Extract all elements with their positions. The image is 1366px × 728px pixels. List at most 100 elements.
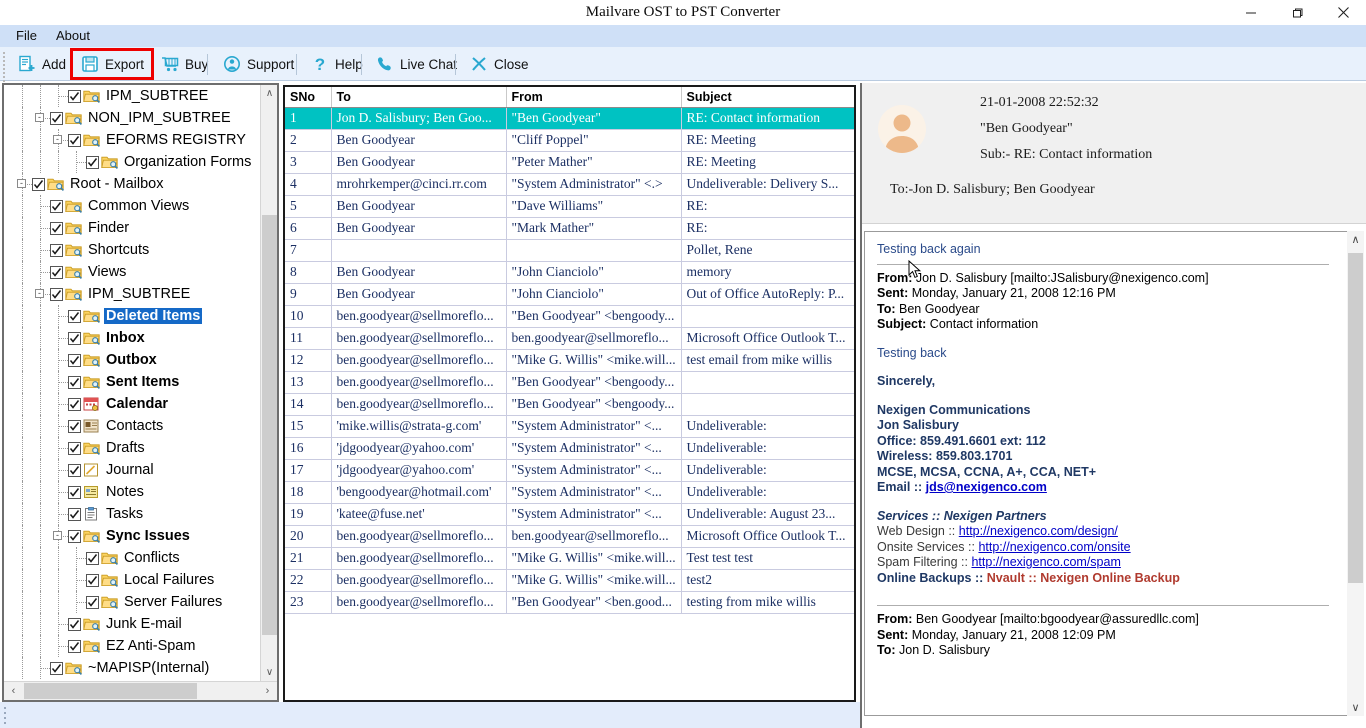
folder-tree-pane[interactable]: IPM_SUBTREE - NON_IPM_SUBTREE - EFORMS REGIS… xyxy=(2,83,279,702)
add-button[interactable]: Add xyxy=(10,50,73,78)
tree-item-checkbox[interactable] xyxy=(68,89,81,103)
tree-item-checkbox[interactable] xyxy=(50,661,63,675)
tree-expander-collapse-icon[interactable]: - xyxy=(53,135,62,144)
tree-item[interactable]: Server Failures xyxy=(4,591,260,613)
tree-item-checkbox[interactable] xyxy=(50,111,63,125)
tree-item-checkbox[interactable] xyxy=(68,639,81,653)
tree-item[interactable]: Sent Items xyxy=(4,371,260,393)
tree-item[interactable]: - EFORMS REGISTRY xyxy=(4,129,260,151)
table-row[interactable]: 12 ben.goodyear@sellmoreflo... "Mike G. Wi… xyxy=(285,349,854,372)
table-row[interactable]: 9 Ben Goodyear "John Cianciolo" Out of Offi… xyxy=(285,283,854,306)
help-button[interactable]: ? Help xyxy=(303,50,370,78)
minimize-button[interactable] xyxy=(1228,0,1274,25)
tree-item[interactable]: Conflicts xyxy=(4,547,260,569)
tree-item-checkbox[interactable] xyxy=(68,133,81,147)
signature-email-link[interactable]: jds@nexigenco.com xyxy=(926,480,1047,494)
table-row[interactable]: 21 ben.goodyear@sellmoreflo... "Mike G. Wi… xyxy=(285,547,854,570)
tree-item[interactable]: Contacts xyxy=(4,415,260,437)
tree-item[interactable]: Local Failures xyxy=(4,569,260,591)
tree-item-checkbox[interactable] xyxy=(68,463,81,477)
tree-item-checkbox[interactable] xyxy=(68,397,81,411)
tree-item-checkbox[interactable] xyxy=(86,551,99,565)
tree-item-checkbox[interactable] xyxy=(68,507,81,521)
tree-item-checkbox[interactable] xyxy=(32,177,45,191)
tree-item-checkbox[interactable] xyxy=(68,375,81,389)
tree-horizontal-scrollbar[interactable]: ‹ › xyxy=(4,681,277,700)
table-row[interactable]: 16'jdgoodyear@yahoo.com' "System Administ… xyxy=(285,437,854,460)
buy-button[interactable]: Buy xyxy=(153,50,215,78)
table-row[interactable]: 4 mrohrkemper@cinci.rr.com "System Adminis… xyxy=(285,173,854,196)
tree-item[interactable]: Outbox xyxy=(4,349,260,371)
column-header-from[interactable]: From xyxy=(506,87,682,108)
table-row[interactable]: 3 Ben Goodyear "Peter Mather" RE: Meeting xyxy=(285,151,854,174)
tree-expander-collapse-icon[interactable]: - xyxy=(35,113,44,122)
support-button[interactable]: Support xyxy=(215,50,301,78)
tree-hscroll-thumb[interactable] xyxy=(24,683,197,699)
tree-item-checkbox[interactable] xyxy=(50,221,63,235)
table-row[interactable]: 8 Ben Goodyear "John Cianciolo" memory xyxy=(285,261,854,284)
tree-item-checkbox[interactable] xyxy=(50,287,63,301)
tree-item[interactable]: Common Views xyxy=(4,195,260,217)
tree-item-checkbox[interactable] xyxy=(68,441,81,455)
preview-scroll-up-button[interactable]: ∧ xyxy=(1347,231,1364,248)
tree-item[interactable]: Views xyxy=(4,261,260,283)
tree-item-checkbox[interactable] xyxy=(50,265,63,279)
tree-item-checkbox[interactable] xyxy=(50,243,63,257)
column-header-sno[interactable]: SNo xyxy=(285,87,332,108)
table-row[interactable]: 11 ben.goodyear@sellmoreflo... ben.goodyea… xyxy=(285,327,854,350)
table-row[interactable]: 2 Ben Goodyear "Cliff Poppel" RE: Meeting xyxy=(285,129,854,152)
tree-item[interactable]: Tasks xyxy=(4,503,260,525)
tree-item[interactable]: EZ Anti-Spam xyxy=(4,635,260,657)
tree-item[interactable]: Shortcuts xyxy=(4,239,260,261)
table-row[interactable]: 1 Jon D. Salisbury; Ben Goo... "Ben Goodye… xyxy=(285,107,854,130)
tree-item-checkbox[interactable] xyxy=(68,309,81,323)
toolbar-grip[interactable] xyxy=(2,50,6,86)
table-row[interactable]: 23 ben.goodyear@sellmoreflo... "Ben Goodye… xyxy=(285,591,854,614)
tree-item[interactable]: - IPM_SUBTREE xyxy=(4,283,260,305)
tree-item-checkbox[interactable] xyxy=(68,529,81,543)
tree-item-checkbox[interactable] xyxy=(68,419,81,433)
tree-vscroll-thumb[interactable] xyxy=(262,215,277,635)
tree-item[interactable]: ~MAPISP(Internal) xyxy=(4,657,260,679)
tree-item-checkbox[interactable] xyxy=(50,199,63,213)
email-list-pane[interactable]: SNo To From Subject 1 Jon D. Salisbury; B… xyxy=(283,85,856,702)
tree-vertical-scrollbar[interactable]: ∧ ∨ xyxy=(260,85,277,681)
preview-vscroll-thumb[interactable] xyxy=(1348,253,1363,583)
tree-item-checkbox[interactable] xyxy=(86,573,99,587)
tree-item-checkbox[interactable] xyxy=(68,331,81,345)
tree-scroll-left-button[interactable]: ‹ xyxy=(4,682,23,700)
live-chat-button[interactable]: Live Chat xyxy=(368,50,464,78)
tree-item[interactable]: IPM_SUBTREE xyxy=(4,85,260,107)
tree-item-checkbox[interactable] xyxy=(68,485,81,499)
tree-item[interactable]: Notes xyxy=(4,481,260,503)
tree-item-checkbox[interactable] xyxy=(86,595,99,609)
table-row[interactable]: 5 Ben Goodyear "Dave Williams" RE: xyxy=(285,195,854,218)
export-button[interactable]: Export xyxy=(70,48,155,80)
services-item-link[interactable]: http://nexigenco.com/spam xyxy=(971,555,1120,569)
table-row[interactable]: 19'katee@fuse.net' "System Administrator"… xyxy=(285,503,854,526)
table-row[interactable]: 15'mike.willis@strata-g.com' "System Admi… xyxy=(285,415,854,438)
menu-item-file[interactable]: File xyxy=(8,25,45,47)
tree-item-checkbox[interactable] xyxy=(68,353,81,367)
table-row[interactable]: 17'jdgoodyear@yahoo.com' "System Administ… xyxy=(285,459,854,482)
services-item-link[interactable]: http://nexigenco.com/onsite xyxy=(978,540,1130,554)
table-row[interactable]: 6 Ben Goodyear "Mark Mather" RE: xyxy=(285,217,854,240)
table-row[interactable]: 22 ben.goodyear@sellmoreflo... "Mike G. Wi… xyxy=(285,569,854,592)
tree-expander-collapse-icon[interactable]: - xyxy=(17,179,26,188)
folder-tree-list[interactable]: IPM_SUBTREE - NON_IPM_SUBTREE - EFORMS REGIS… xyxy=(4,85,260,681)
tree-item-checkbox[interactable] xyxy=(68,617,81,631)
preview-vertical-scrollbar[interactable]: ∧ ∨ xyxy=(1347,231,1364,716)
tree-item[interactable]: Journal xyxy=(4,459,260,481)
preview-scroll-down-button[interactable]: ∨ xyxy=(1347,699,1364,716)
tree-item[interactable]: Finder xyxy=(4,217,260,239)
close-file-button[interactable]: Close xyxy=(462,50,536,78)
maximize-button[interactable] xyxy=(1274,0,1320,25)
table-row[interactable]: 10 ben.goodyear@sellmoreflo... "Ben Goodye… xyxy=(285,305,854,328)
table-row[interactable]: 18'bengoodyear@hotmail.com' "System Admin… xyxy=(285,481,854,504)
table-row[interactable]: 14 ben.goodyear@sellmoreflo... "Ben Goodye… xyxy=(285,393,854,416)
close-window-button[interactable] xyxy=(1320,0,1366,25)
table-row[interactable]: 13 ben.goodyear@sellmoreflo... "Ben Goodye… xyxy=(285,371,854,394)
tree-item[interactable]: Deleted Items xyxy=(4,305,260,327)
tree-item[interactable]: - NON_IPM_SUBTREE xyxy=(4,107,260,129)
tree-item[interactable]: - Root - Mailbox xyxy=(4,173,260,195)
